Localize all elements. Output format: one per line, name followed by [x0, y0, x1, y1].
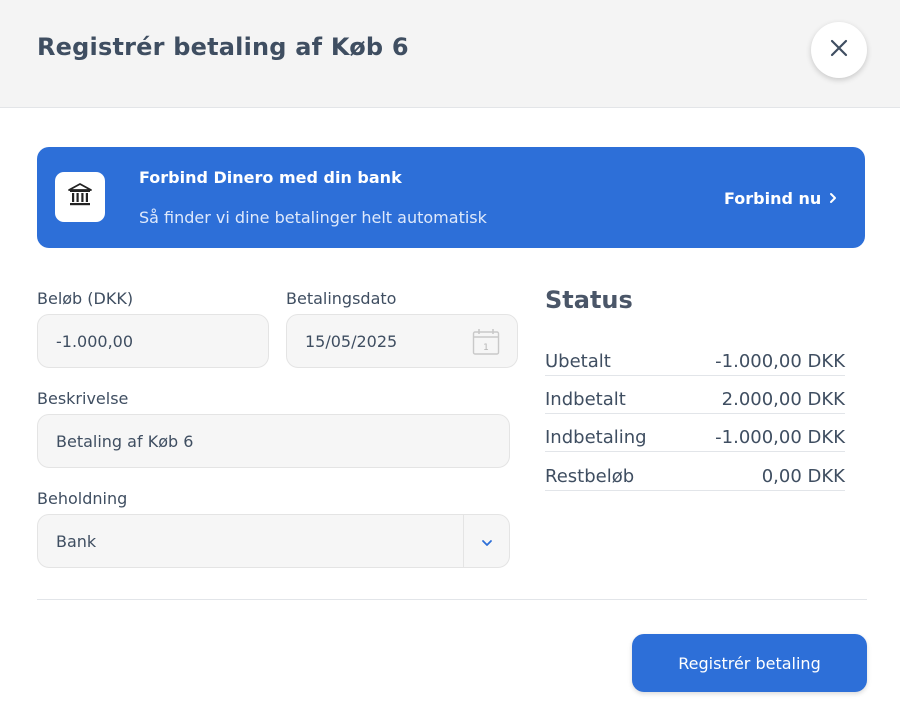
close-icon — [830, 39, 848, 61]
status-row-label: Ubetalt — [545, 351, 611, 372]
connect-now-link[interactable]: Forbind nu — [724, 189, 837, 208]
account-value: Bank — [56, 531, 97, 551]
payment-date-value: 15/05/2025 — [305, 331, 398, 351]
status-row-label: Restbeløb — [545, 466, 635, 487]
status-row-remaining: Restbeløb 0,00 DKK — [545, 453, 845, 491]
status-row-value: -1.000,00 DKK — [715, 351, 845, 372]
description-input[interactable]: Betaling af Køb 6 — [37, 414, 510, 468]
description-value: Betaling af Køb 6 — [56, 431, 194, 451]
account-select[interactable]: Bank — [37, 514, 510, 568]
footer-divider — [37, 599, 867, 600]
register-payment-label: Registrér betaling — [678, 653, 821, 673]
status-row-unpaid: Ubetalt -1.000,00 DKK — [545, 338, 845, 376]
bank-icon — [67, 182, 93, 212]
payment-date-input[interactable]: 15/05/2025 1 — [286, 314, 518, 368]
banner-title: Forbind Dinero med din bank — [139, 168, 402, 187]
status-row-paid: Indbetalt 2.000,00 DKK — [545, 376, 845, 414]
bank-icon-container — [55, 172, 105, 222]
bank-connect-banner: Forbind Dinero med din bank Så finder vi… — [37, 147, 865, 248]
status-row-value: -1.000,00 DKK — [715, 427, 845, 448]
status-row-value: 2.000,00 DKK — [721, 389, 845, 410]
account-dropdown-toggle[interactable] — [464, 515, 509, 567]
amount-label: Beløb (DKK) — [37, 289, 134, 308]
calendar-icon[interactable]: 1 — [472, 328, 500, 360]
dialog-header: Registrér betaling af Køb 6 — [0, 0, 900, 108]
status-row-payment: Indbetaling -1.000,00 DKK — [545, 414, 845, 452]
status-row-label: Indbetaling — [545, 427, 647, 448]
register-payment-button[interactable]: Registrér betaling — [632, 634, 867, 692]
status-title: Status — [545, 286, 633, 314]
payment-date-label: Betalingsdato — [286, 289, 397, 308]
calendar-day-text: 1 — [483, 343, 489, 353]
description-label: Beskrivelse — [37, 389, 129, 408]
account-label: Beholdning — [37, 489, 128, 508]
amount-value: -1.000,00 — [56, 331, 134, 351]
chevron-down-icon — [481, 532, 493, 551]
status-row-label: Indbetalt — [545, 389, 626, 410]
banner-subtitle: Så finder vi dine betalinger helt automa… — [139, 208, 487, 227]
dialog-title: Registrér betaling af Køb 6 — [37, 33, 409, 61]
close-button[interactable] — [811, 22, 867, 78]
amount-input[interactable]: -1.000,00 — [37, 314, 269, 368]
chevron-right-icon — [829, 189, 837, 208]
status-row-value: 0,00 DKK — [761, 466, 845, 487]
connect-now-label: Forbind nu — [724, 189, 822, 208]
